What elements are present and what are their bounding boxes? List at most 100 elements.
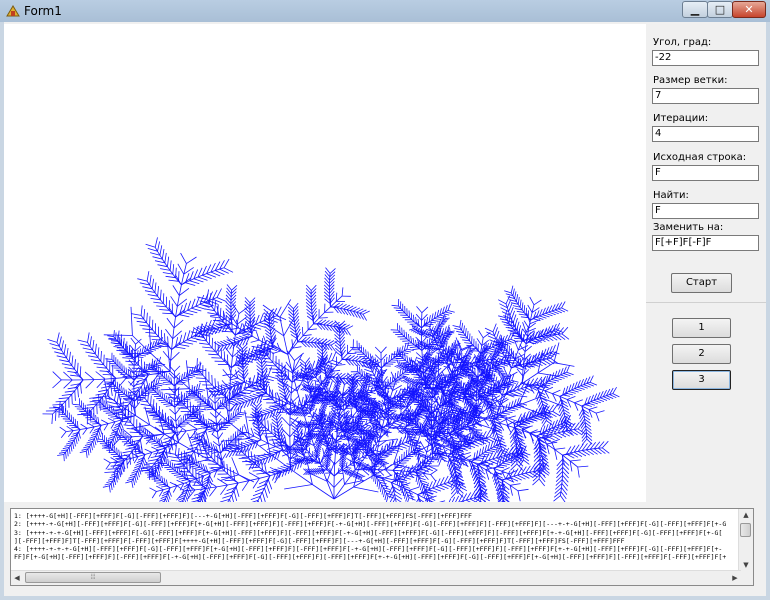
fractal-segment xyxy=(202,274,212,280)
fractal-segment xyxy=(183,312,194,316)
fractal-segment xyxy=(233,470,236,481)
fractal-segment xyxy=(272,449,280,452)
fractal-segment xyxy=(327,361,338,366)
fractal-segment xyxy=(84,371,95,380)
fractal-segment xyxy=(199,342,210,345)
fractal-segment xyxy=(187,309,198,314)
fractal-segment xyxy=(243,397,251,401)
fractal-segment xyxy=(215,397,226,399)
close-icon: ✕ xyxy=(744,3,754,16)
maximize-button[interactable]: □ xyxy=(707,1,733,18)
fractal-segment xyxy=(63,344,67,355)
fractal-segment xyxy=(336,364,346,366)
fractal-segment xyxy=(52,371,62,381)
fractal-segment xyxy=(150,395,152,406)
fractal-segment xyxy=(279,317,285,336)
fractal-segment xyxy=(161,249,165,260)
fractal-segment xyxy=(243,423,248,433)
fractal-segment xyxy=(328,405,336,407)
fractal-segment xyxy=(208,334,211,345)
fractal-segment xyxy=(122,357,133,359)
fractal-segment xyxy=(63,371,73,381)
maximize-icon: □ xyxy=(714,3,726,16)
fractal-segment xyxy=(80,383,82,394)
fractal-segment xyxy=(306,404,308,410)
fractal-segment xyxy=(345,467,352,469)
fractal-segment xyxy=(267,366,272,377)
fractal-segment xyxy=(333,449,341,452)
fractal-segment xyxy=(347,352,357,355)
fractal-segment xyxy=(383,490,386,498)
fractal-segment xyxy=(71,355,74,366)
fractal-segment xyxy=(166,317,175,329)
fractal-segment xyxy=(151,278,154,289)
fractal-segment xyxy=(145,243,156,248)
fractal-segment xyxy=(317,445,319,448)
fractal-segment xyxy=(120,420,131,423)
fractal-segment xyxy=(168,279,179,282)
fractal-segment xyxy=(333,464,336,477)
fractal-segment xyxy=(397,347,399,355)
fractal-segment xyxy=(404,350,412,353)
fractal-segment xyxy=(183,341,194,345)
fractal-segment xyxy=(382,461,388,464)
fractal-segment xyxy=(329,268,336,274)
fractal-segment xyxy=(85,379,95,389)
minimize-button[interactable]: ▁ xyxy=(682,1,708,18)
fractal-segment xyxy=(186,256,197,264)
fractal-segment xyxy=(94,343,97,354)
fractal-segment xyxy=(398,360,406,362)
fractal-segment xyxy=(159,245,163,256)
fractal-segment xyxy=(355,360,359,362)
fractal-segment xyxy=(146,312,148,323)
fractal-segment xyxy=(210,271,221,277)
fractal-segment xyxy=(260,454,269,458)
fractal-segment xyxy=(426,323,434,326)
fractal-segment xyxy=(160,289,162,300)
fractal-segment xyxy=(110,385,113,396)
fractal-segment xyxy=(162,312,173,315)
fractal-segment xyxy=(292,363,303,372)
fractal-segment xyxy=(351,437,357,440)
fractal-segment xyxy=(264,487,268,498)
close-button[interactable]: ✕ xyxy=(732,1,766,18)
fractal-segment xyxy=(417,477,420,485)
fractal-segment xyxy=(334,392,336,395)
fractal-segment xyxy=(386,432,389,438)
drawing-canvas xyxy=(4,24,646,502)
fractal-segment xyxy=(172,327,175,339)
fractal-segment xyxy=(363,347,365,355)
fractal-segment xyxy=(415,352,423,359)
fractal-segment xyxy=(171,338,174,350)
fractal-segment xyxy=(47,339,58,343)
fractal-segment xyxy=(408,310,410,318)
fractal-segment xyxy=(359,412,362,420)
fractal-segment xyxy=(333,478,343,488)
fractal-segment xyxy=(170,349,172,361)
fractal-segment xyxy=(58,397,69,400)
fractal-segment xyxy=(359,415,361,418)
fractal-segment xyxy=(105,393,107,404)
fractal-segment xyxy=(189,280,200,285)
fractal-segment xyxy=(409,346,417,349)
fractal-segment xyxy=(177,447,180,459)
fractal-segment xyxy=(257,423,259,427)
fractal-segment xyxy=(335,292,338,302)
fractal-segment xyxy=(302,390,312,410)
fractal-segment xyxy=(310,407,312,410)
fractal-segment xyxy=(259,496,263,502)
title-bar: Form1 ▁ □ ✕ xyxy=(0,0,770,22)
fractal-segment xyxy=(375,477,377,485)
fractal-segment xyxy=(385,469,392,477)
fractal-segment xyxy=(374,346,382,354)
fractal-segment xyxy=(271,405,279,409)
fractal-segment xyxy=(408,447,410,455)
fractal-segment xyxy=(212,298,223,304)
fractal-segment xyxy=(142,328,153,331)
fractal-segment xyxy=(140,403,151,407)
fractal-segment xyxy=(438,458,442,466)
fractal-segment xyxy=(272,350,281,355)
fractal-segment xyxy=(214,300,217,311)
fractal-segment xyxy=(373,457,375,465)
fractal-segment xyxy=(214,378,216,389)
